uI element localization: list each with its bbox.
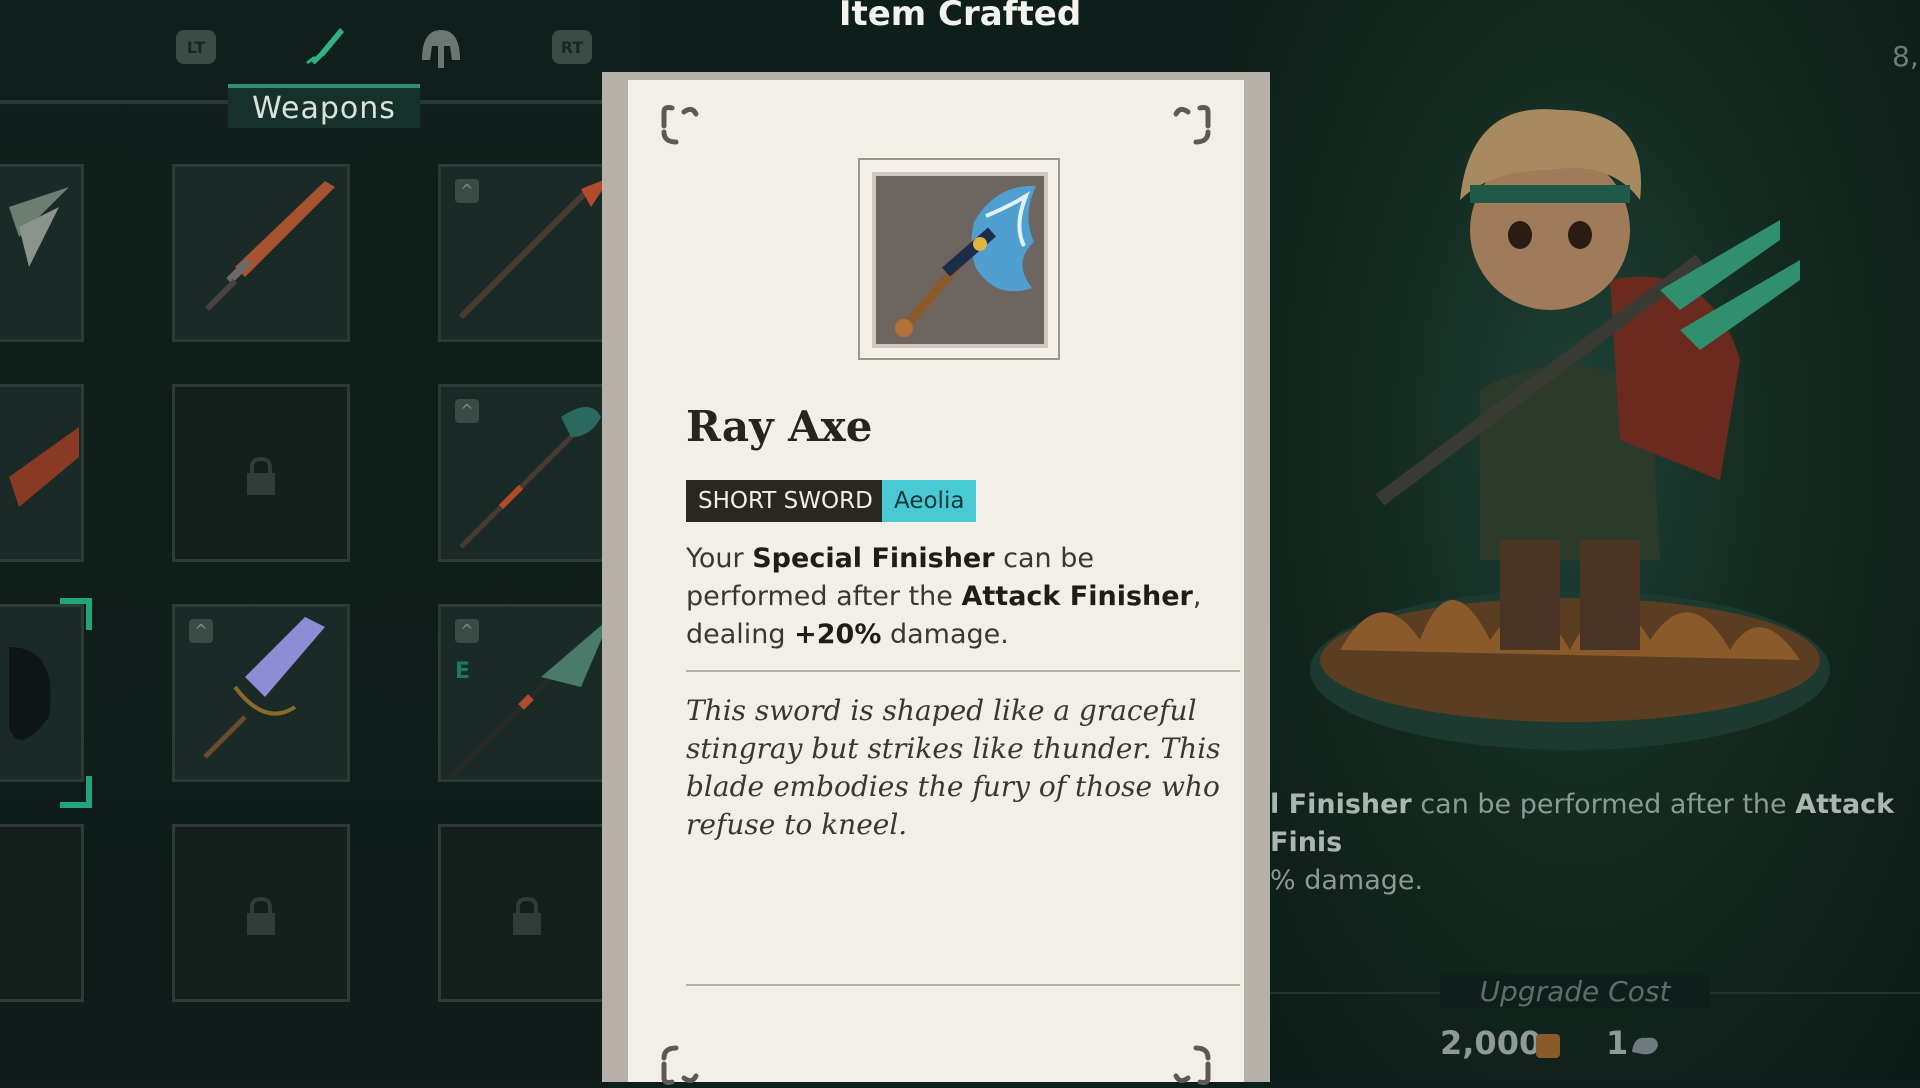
item-lore: This sword is shaped like a graceful sti… [686,694,1221,841]
desc-bold: +20% [794,619,882,650]
preview-bold-1: l Finisher [1270,789,1412,820]
gold-cost: 2,000 [1440,1024,1542,1062]
rt-button-hint[interactable]: RT [552,30,592,64]
item-description: Your Special Finisher can be performed a… [686,540,1226,654]
weapon-slot[interactable]: ^ E [438,604,616,782]
desc-text: Your [686,543,753,574]
corner-ornament [1173,1045,1211,1085]
preview-description: l Finisher can be performed after the At… [1270,786,1920,900]
material-cost: 1 [1606,1024,1629,1062]
sword-icon [205,181,335,311]
item-thumbnail [872,172,1048,348]
dialog-title: Item Crafted [838,0,1082,34]
item-thumbnail-frame [858,158,1060,360]
lt-button-hint[interactable]: LT [176,30,216,64]
item-crafted-card: Ray Axe SHORT SWORD Aeolia Your Special … [602,72,1270,1085]
footer-divider [686,984,1240,986]
lock-icon [247,897,275,935]
desc-text: damage. [881,619,1009,650]
equipped-marker-icon: E [455,659,471,684]
corner-ornament [661,105,699,145]
weapon-slot[interactable]: ^ [438,164,616,342]
desc-bold: Special Finisher [752,543,995,574]
upgrade-available-icon: ^ [455,399,479,423]
upgrade-available-icon: ^ [455,179,479,203]
weapon-slot[interactable] [0,164,84,342]
axe-icon [895,185,1036,337]
locked-slot[interactable] [172,824,350,1002]
locked-slot[interactable] [438,824,616,1002]
tab-weapons-label: Weapons [252,90,396,126]
weapon-thumbnail [9,427,79,507]
weapon-slot[interactable]: ^ [172,604,350,782]
corner-ornament [1173,105,1211,145]
weapon-slot-selected[interactable] [0,604,84,782]
weapon-slot[interactable]: ^ [438,384,616,562]
selection-corner [60,776,92,808]
lock-icon [247,457,275,495]
lock-icon [513,897,541,935]
upgrade-available-icon: ^ [189,619,213,643]
upgrade-cost-label: Upgrade Cost [1440,975,1710,1008]
locked-slot[interactable] [0,824,84,1002]
weapon-type-badge: SHORT SWORD [686,480,885,522]
weapon-grid: ^ ^ ^ ^ E [0,160,620,1040]
selection-corner [60,598,92,630]
preview-text-2: % damage. [1270,865,1424,896]
weapon-slot[interactable] [172,164,350,342]
preview-text-1: can be performed after the [1411,789,1796,820]
character-preview [1280,60,1840,780]
weapon-thumbnail [9,187,69,267]
card-body: Ray Axe SHORT SWORD Aeolia Your Special … [628,80,1244,1085]
upgrade-available-icon: ^ [455,619,479,643]
description-divider [686,670,1240,672]
desc-bold: Attack Finisher [961,581,1193,612]
inventory-counter: 8, [1892,40,1919,73]
item-name: Ray Axe [686,402,873,451]
corner-ornament [661,1045,699,1085]
gold-currency-icon [1536,1034,1560,1058]
element-badge: Aeolia [882,480,977,522]
weapon-slot[interactable] [0,384,84,562]
tab-weapons[interactable]: Weapons [228,84,420,128]
material-icon [1632,1037,1658,1055]
weapon-silhouette [9,647,51,740]
locked-slot[interactable] [172,384,350,562]
